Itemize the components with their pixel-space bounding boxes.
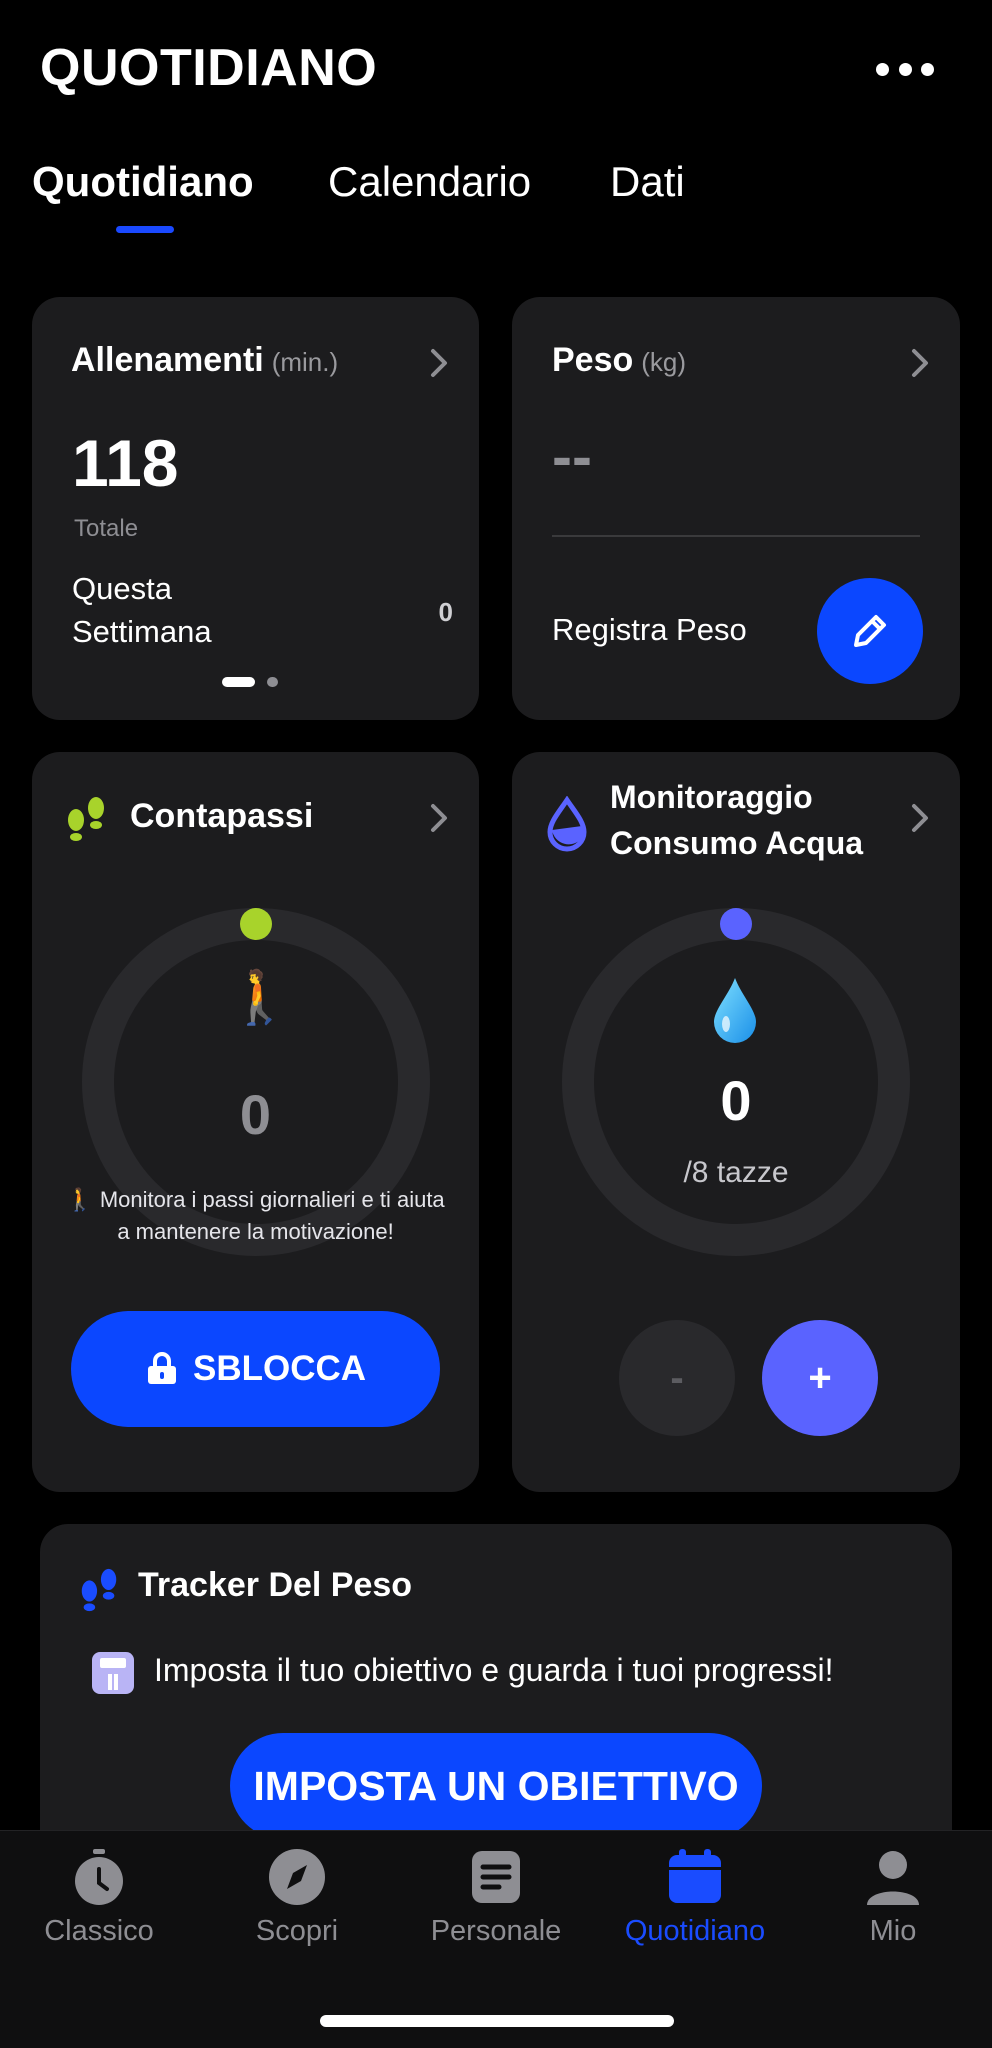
pencil-icon: [854, 615, 886, 647]
workouts-week-label: Questa Settimana: [72, 571, 212, 649]
steps-card[interactable]: Contapassi 🚶 0 🚶 Monitora i passi giorna…: [32, 752, 479, 1492]
weight-tracker-card[interactable]: Tracker Del Peso Imposta il tuo obiettiv…: [40, 1524, 952, 1844]
divider: [552, 535, 920, 537]
water-card[interactable]: Monitoraggio Consumo Acqua 0 /8 tazze - …: [512, 752, 960, 1492]
profile-icon: [867, 1851, 919, 1905]
unlock-button[interactable]: SBLOCCA: [71, 1311, 440, 1427]
tab-dati[interactable]: Dati: [610, 158, 685, 206]
stopwatch-icon: [75, 1849, 123, 1905]
footprints-icon: [62, 794, 110, 844]
page-title: QUOTIDIANO: [40, 39, 378, 97]
weight-value: --: [552, 423, 592, 490]
home-indicator: [320, 2015, 674, 2027]
nav-personale[interactable]: Personale: [401, 1847, 591, 1948]
workouts-total-value: 118: [72, 426, 179, 500]
set-goal-button[interactable]: IMPOSTA UN OBIETTIVO: [230, 1733, 762, 1839]
workouts-total-label: Totale: [74, 515, 139, 542]
water-title: Monitoraggio Consumo Acqua: [610, 779, 864, 861]
calendar-icon: [669, 1849, 721, 1903]
walking-person-icon: 🚶: [227, 969, 292, 1027]
increase-water-button[interactable]: +: [762, 1320, 878, 1436]
water-goal: /8 tazze: [683, 1156, 789, 1189]
steps-title: Contapassi: [130, 797, 314, 835]
water-progress-marker: [720, 908, 752, 940]
nav-mio[interactable]: Mio: [798, 1847, 988, 1948]
header: QUOTIDIANO: [40, 38, 952, 108]
nav-quotidiano[interactable]: Quotidiano: [600, 1847, 790, 1948]
water-value: 0: [720, 1069, 752, 1132]
compass-icon: [269, 1849, 325, 1905]
nav-classico[interactable]: Classico: [4, 1847, 194, 1948]
droplet-icon: [710, 976, 760, 1051]
log-weight-label: Registra Peso: [552, 612, 747, 647]
document-icon: [472, 1851, 520, 1903]
water-drop-icon: [544, 795, 590, 852]
scale-icon: [90, 1650, 136, 1701]
workouts-week-value: 0: [438, 597, 453, 627]
chevron-right-icon[interactable]: [904, 347, 936, 379]
steps-value: 0: [239, 1083, 272, 1146]
weight-unit: (kg): [641, 347, 687, 377]
workouts-card[interactable]: Allenamenti (min.) 118 Totale Questa Sett…: [32, 297, 479, 720]
chevron-right-icon[interactable]: [904, 802, 936, 834]
tab-calendario[interactable]: Calendario: [328, 158, 531, 206]
decrease-water-button[interactable]: -: [619, 1320, 735, 1436]
nav-scopri[interactable]: Scopri: [202, 1847, 392, 1948]
page-indicator: [222, 677, 292, 689]
edit-weight-button[interactable]: [817, 578, 923, 684]
weight-title: Peso (kg): [552, 341, 687, 379]
lock-icon: [147, 1352, 176, 1384]
steps-hint: 🚶 Monitora i passi giornalieri e ti aiut…: [66, 1187, 445, 1244]
active-tab-indicator: [116, 226, 174, 233]
tab-quotidiano[interactable]: Quotidiano: [32, 158, 254, 206]
chevron-right-icon[interactable]: [423, 802, 455, 834]
steps-progress-marker: [240, 908, 272, 940]
more-options-icon[interactable]: [876, 60, 934, 78]
chevron-right-icon[interactable]: [423, 347, 455, 379]
footprints-icon: [76, 1566, 122, 1616]
weight-tracker-description: Imposta il tuo obiettivo e guarda i tuoi…: [154, 1652, 834, 1688]
workouts-unit: (min.): [271, 347, 339, 377]
weight-tracker-title: Tracker Del Peso: [138, 1566, 413, 1604]
workouts-title: Allenamenti (min.): [71, 341, 339, 379]
weight-card[interactable]: Peso (kg) -- Registra Peso: [512, 297, 960, 720]
